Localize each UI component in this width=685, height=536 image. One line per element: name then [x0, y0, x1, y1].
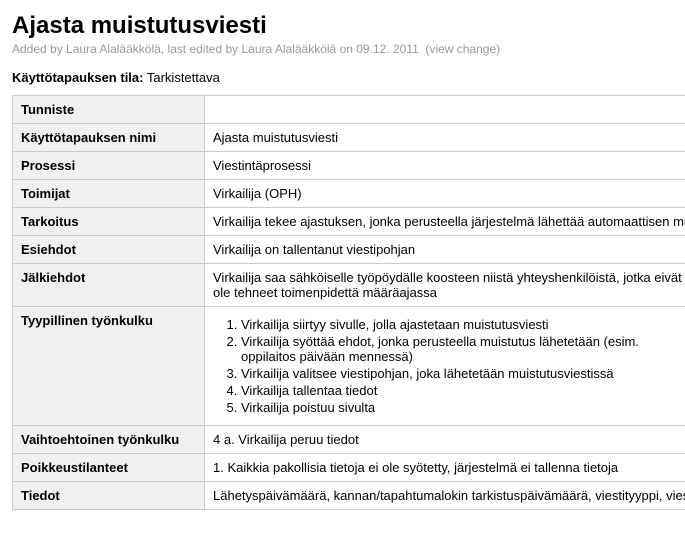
table-row: Toimijat Virkailija (OPH): [13, 180, 685, 208]
row-label: Tunniste: [13, 96, 205, 124]
table-row: Käyttötapauksen nimi Ajasta muistutusvie…: [13, 124, 685, 152]
row-label: Tarkoitus: [13, 208, 205, 236]
row-label: Toimijat: [13, 180, 205, 208]
on-label: on: [336, 42, 356, 56]
row-value: Viestintäprosessi: [205, 152, 685, 180]
row-label: Vaihtoehtoinen työnkulku: [13, 426, 205, 454]
row-value: Virkailija saa sähköiselle työpöydälle k…: [205, 264, 685, 307]
table-row: Tyypillinen työnkulku Virkailija siirtyy…: [13, 307, 685, 426]
status-line: Käyttötapauksen tila: Tarkistettava: [12, 70, 685, 85]
workflow-step: Virkailija poistuu sivulta: [241, 400, 685, 415]
row-label: Tiedot: [13, 482, 205, 510]
row-value: 1. Kaikkia pakollisia tietoja ei ole syö…: [205, 454, 685, 482]
workflow-step: Virkailija tallentaa tiedot: [241, 383, 685, 398]
row-label: Jälkiehdot: [13, 264, 205, 307]
edited-date: 09.12. 2011: [356, 42, 419, 56]
row-value: Lähetyspäivämäärä, kannan/tapahtumalokin…: [205, 482, 685, 510]
added-by-author: Laura Alalääkkölä: [66, 42, 161, 56]
row-label: Käyttötapauksen nimi: [13, 124, 205, 152]
workflow-step: Virkailija syöttää ehdot, jonka perustee…: [241, 334, 685, 364]
row-value: Virkailija on tallentanut viestipohjan: [205, 236, 685, 264]
table-row: Esiehdot Virkailija on tallentanut viest…: [13, 236, 685, 264]
row-value: [205, 96, 685, 124]
table-row: Prosessi Viestintäprosessi: [13, 152, 685, 180]
view-change-link[interactable]: view change: [429, 42, 496, 56]
row-value: Ajasta muistutusviesti: [205, 124, 685, 152]
row-value: Virkailija (OPH): [205, 180, 685, 208]
status-label: Käyttötapauksen tila:: [12, 70, 143, 85]
row-label: Poikkeustilanteet: [13, 454, 205, 482]
status-value: Tarkistettava: [147, 70, 220, 85]
page-title: Ajasta muistutusviesti: [12, 12, 685, 40]
table-row: Tiedot Lähetyspäivämäärä, kannan/tapahtu…: [13, 482, 685, 510]
table-row: Jälkiehdot Virkailija saa sähköiselle ty…: [13, 264, 685, 307]
row-value: Virkailija tekee ajastuksen, jonka perus…: [205, 208, 685, 236]
table-row: Tarkoitus Virkailija tekee ajastuksen, j…: [13, 208, 685, 236]
page-meta: Added by Laura Alalääkkölä, last edited …: [12, 42, 685, 56]
workflow-step: Virkailija siirtyy sivulle, jolla ajaste…: [241, 317, 685, 332]
table-row: Poikkeustilanteet 1. Kaikkia pakollisia …: [13, 454, 685, 482]
row-value: 4 a. Virkailija peruu tiedot: [205, 426, 685, 454]
edited-by-author: Laura Alalääkkölä: [242, 42, 337, 56]
table-row: Vaihtoehtoinen työnkulku 4 a. Virkailija…: [13, 426, 685, 454]
workflow-step: Virkailija valitsee viestipohjan, joka l…: [241, 366, 685, 381]
row-label: Prosessi: [13, 152, 205, 180]
row-label: Esiehdot: [13, 236, 205, 264]
usecase-table: Tunniste Käyttötapauksen nimi Ajasta mui…: [12, 95, 685, 510]
workflow-list: Virkailija siirtyy sivulle, jolla ajaste…: [213, 317, 685, 415]
added-by-label: Added by: [12, 42, 66, 56]
row-value: Virkailija siirtyy sivulle, jolla ajaste…: [205, 307, 685, 426]
edited-label: , last edited by: [161, 42, 242, 56]
row-label: Tyypillinen työnkulku: [13, 307, 205, 426]
table-row: Tunniste: [13, 96, 685, 124]
